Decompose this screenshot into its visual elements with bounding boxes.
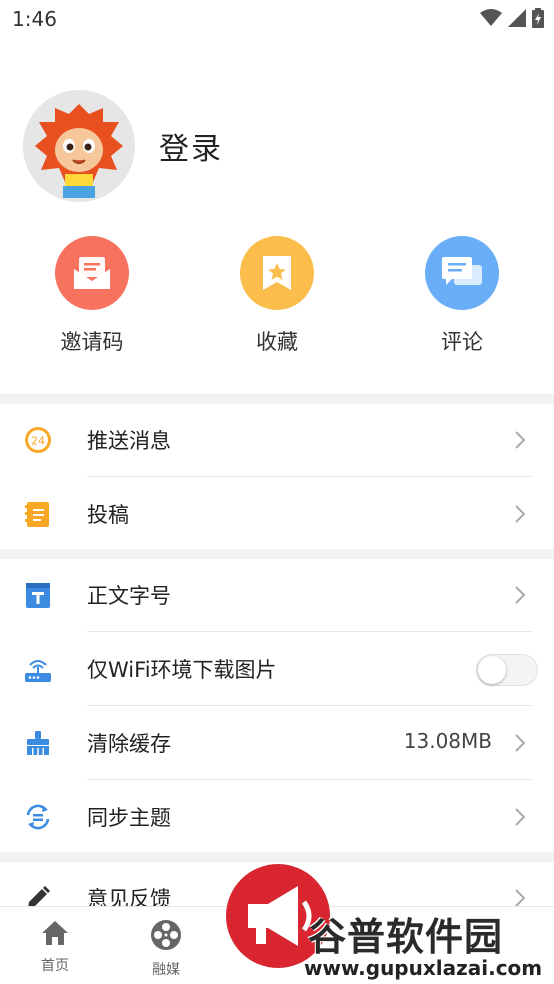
menu-item-sync-theme[interactable]: 同步主题 — [0, 780, 554, 854]
chat-bubbles-icon — [442, 257, 482, 285]
wifi-router-icon — [25, 660, 51, 682]
menu-item-label: 仅WiFi环境下载图片 — [87, 658, 277, 682]
cache-size-value: 13.08MB — [403, 729, 492, 753]
svg-text:24: 24 — [31, 435, 45, 448]
status-icons — [480, 8, 544, 28]
tab-home-label: 首页 — [41, 958, 69, 974]
battery-icon — [532, 8, 544, 28]
comments-button[interactable]: 评论 — [402, 236, 522, 356]
notebook-icon — [25, 502, 49, 527]
tab-media-label: 融媒 — [152, 962, 180, 978]
favorites-button[interactable]: 收藏 — [217, 236, 337, 356]
chevron-right-icon — [515, 586, 526, 604]
comments-label: 评论 — [441, 330, 483, 354]
comments-circle — [425, 236, 499, 310]
chevron-right-icon — [515, 505, 526, 523]
menu-item-label: 同步主题 — [87, 806, 171, 830]
chevron-right-icon — [515, 808, 526, 826]
favorites-label: 收藏 — [256, 330, 298, 354]
invite-code-button[interactable]: 邀请码 — [32, 236, 152, 356]
home-icon — [42, 921, 68, 945]
menu-item-label: 投稿 — [87, 503, 129, 527]
login-label[interactable]: 登录 — [159, 124, 223, 168]
quick-actions: 邀请码 收藏 评论 — [0, 236, 554, 366]
clock-24-icon: 24 — [25, 427, 51, 453]
watermark-text: 谷普软件园 — [308, 915, 504, 959]
menu-item-font-size[interactable]: 正文字号 — [0, 558, 554, 632]
status-bar: 1:46 — [0, 0, 554, 38]
lion-mascot-icon — [23, 90, 135, 202]
invite-code-label: 邀请码 — [60, 330, 124, 354]
avatar[interactable] — [23, 90, 135, 202]
chevron-right-icon — [515, 734, 526, 752]
font-size-icon — [26, 583, 50, 608]
envelope-icon — [74, 257, 110, 289]
wifi-signal-icon — [480, 9, 502, 26]
tab-home[interactable]: 首页 — [20, 919, 90, 975]
toggle-knob — [478, 656, 506, 684]
menu-item-label: 正文字号 — [87, 584, 171, 608]
menu-item-clear-cache[interactable]: 清除缓存 13.08MB — [0, 706, 554, 780]
sync-icon — [26, 804, 50, 830]
film-reel-icon — [151, 920, 181, 950]
wifi-only-toggle[interactable] — [476, 654, 538, 686]
cell-signal-icon — [508, 9, 526, 27]
chevron-right-icon — [515, 431, 526, 449]
watermark-url: www.gupuxlazai.com — [304, 956, 543, 980]
menu-item-submit[interactable]: 投稿 — [0, 477, 554, 551]
favorites-circle — [240, 236, 314, 310]
menu-item-label: 清除缓存 — [87, 732, 171, 756]
profile-header[interactable]: 登录 — [23, 90, 533, 202]
bookmark-star-icon — [263, 256, 291, 290]
menu-item-wifi-only-images[interactable]: 仅WiFi环境下载图片 — [0, 632, 554, 706]
status-time: 1:46 — [12, 7, 57, 31]
menu-item-push-messages[interactable]: 24 推送消息 — [0, 403, 554, 477]
broom-icon — [27, 731, 49, 755]
tab-media[interactable]: 融媒 — [131, 919, 201, 979]
invite-code-circle — [55, 236, 129, 310]
menu-item-label: 推送消息 — [87, 429, 171, 453]
watermark-overlay: 谷普软件园 www.gupuxlazai.com — [224, 862, 554, 984]
